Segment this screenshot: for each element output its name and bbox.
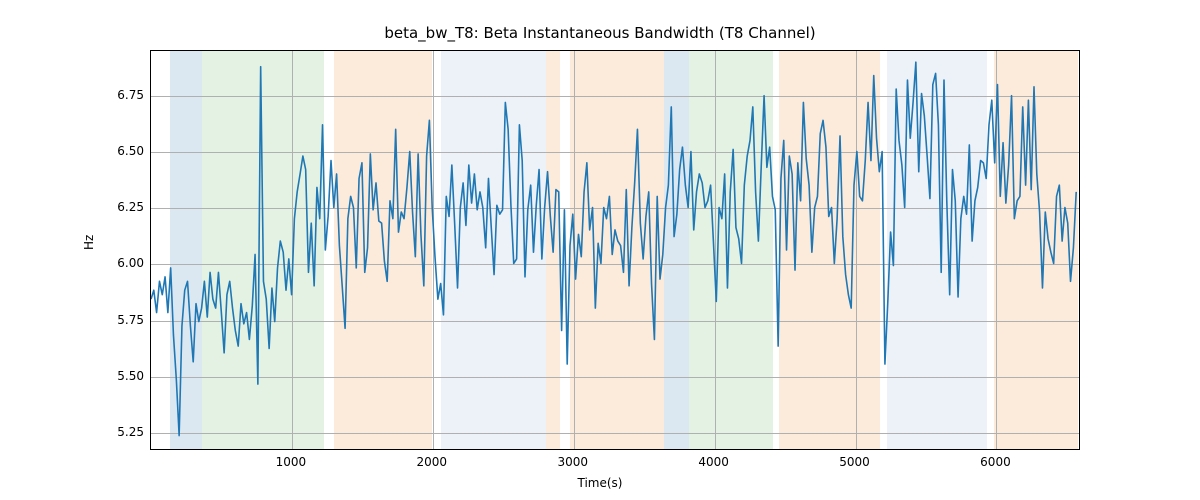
x-tick-label: 3000 [553,455,593,469]
x-tick-label: 5000 [835,455,875,469]
x-tick-label: 2000 [412,455,452,469]
x-tick-label: 1000 [271,455,311,469]
x-tick-label: 6000 [975,455,1015,469]
x-tick-label: 4000 [694,455,734,469]
y-tick-label: 5.25 [108,425,144,439]
chart-title: beta_bw_T8: Beta Instantaneous Bandwidth… [0,24,1200,42]
y-tick-label: 6.50 [108,144,144,158]
plot-axes [150,50,1080,450]
y-tick-label: 6.00 [108,256,144,270]
x-axis-label: Time(s) [0,476,1200,490]
plot-svg [151,51,1079,449]
y-tick-label: 6.75 [108,88,144,102]
y-tick-label: 5.50 [108,369,144,383]
series-line [151,62,1076,435]
y-tick-label: 5.75 [108,313,144,327]
figure: beta_bw_T8: Beta Instantaneous Bandwidth… [0,0,1200,500]
y-tick-label: 6.25 [108,200,144,214]
